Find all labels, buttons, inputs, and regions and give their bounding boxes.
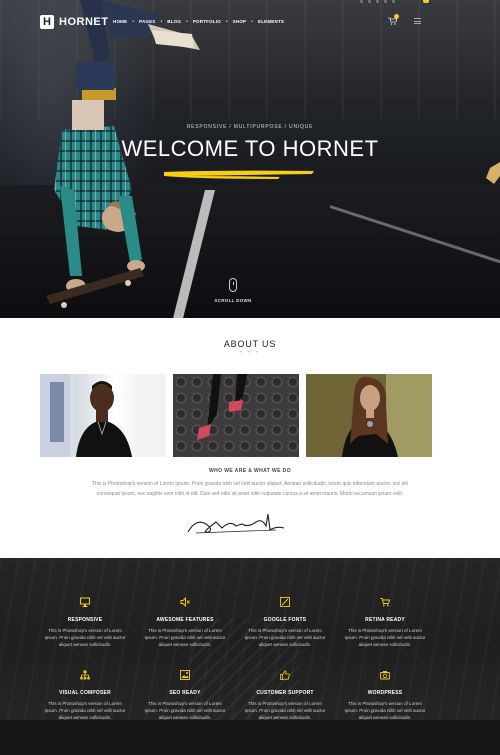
feature-wordpress: WORDPRESS This is Photoshop's version of… bbox=[335, 667, 435, 720]
menu: HOME • PAGES • BLOG • PORTFOLIO • SHOP •… bbox=[108, 18, 289, 26]
feature-visual-composer: VISUAL COMPOSER This is Photoshop's vers… bbox=[35, 667, 135, 720]
signature-image bbox=[187, 513, 285, 534]
social-icon[interactable] bbox=[360, 0, 363, 3]
feature-desc: This is Photoshop's version of Lorem Ips… bbox=[44, 701, 126, 720]
social-icon[interactable] bbox=[384, 0, 387, 3]
feature-desc: This is Photoshop's version of Lorem Ips… bbox=[344, 628, 426, 647]
feature-desc: This is Photoshop's version of Lorem Ips… bbox=[344, 701, 426, 720]
sitemap-icon bbox=[80, 670, 90, 680]
feature-retina-ready: RETINA READY This is Photoshop's version… bbox=[335, 594, 435, 648]
top-accent-badge bbox=[423, 0, 429, 3]
feature-desc: This is Photoshop's version of Lorem Ips… bbox=[144, 701, 226, 720]
logo-mark[interactable]: H bbox=[40, 15, 54, 29]
yellow-brush-stroke bbox=[164, 170, 314, 179]
social-icon[interactable] bbox=[368, 0, 371, 3]
about-body-text: This is Photoshop's version of Lorem Ips… bbox=[92, 481, 408, 497]
cart-icon bbox=[380, 598, 391, 607]
menu-item-shop[interactable]: SHOP bbox=[228, 18, 252, 26]
social-icon[interactable] bbox=[392, 0, 395, 3]
feature-customer-support: CUSTOMER SUPPORT This is Photoshop's ver… bbox=[235, 667, 335, 720]
feature-title: RETINA READY bbox=[365, 617, 405, 623]
about-title: ABOUT US bbox=[223, 339, 277, 349]
feature-desc: This is Photoshop's version of Lorem Ips… bbox=[244, 628, 326, 647]
menu-item-blog[interactable]: BLOG bbox=[162, 18, 186, 26]
feature-desc: This is Photoshop's version of Lorem Ips… bbox=[144, 628, 226, 647]
menu-item-home[interactable]: HOME bbox=[108, 18, 132, 26]
footer-strip bbox=[0, 720, 500, 755]
feature-desc: This is Photoshop's version of Lorem Ips… bbox=[244, 701, 326, 720]
feature-desc: This is Photoshop's version of Lorem Ips… bbox=[44, 628, 126, 647]
feature-title: SEO READY bbox=[169, 690, 201, 696]
menu-item-portfolio[interactable]: PORTFOLIO bbox=[188, 18, 226, 26]
about-section: ABOUT US • • • WHO WE ARE & WHAT WE DO T… bbox=[0, 318, 500, 558]
camera-icon bbox=[380, 671, 390, 680]
social-icon[interactable] bbox=[376, 0, 379, 3]
menu-item-elements[interactable]: ELEMENTS bbox=[253, 18, 289, 26]
who-we-are-heading: WHO WE ARE & WHAT WE DO bbox=[209, 468, 291, 474]
hamburger-menu-icon[interactable] bbox=[414, 18, 421, 24]
feature-seo-ready: SEO READY This is Photoshop's version of… bbox=[135, 667, 235, 720]
team-photo-woman[interactable] bbox=[306, 374, 432, 457]
feature-title: GOOGLE FONTS bbox=[263, 617, 307, 623]
feature-responsive: RESPONSIVE This is Photoshop's version o… bbox=[35, 594, 135, 648]
monitor-icon bbox=[80, 597, 90, 607]
feature-title: RESPONSIVE bbox=[67, 617, 103, 623]
scroll-down-label[interactable]: SCROLL DOWN bbox=[0, 298, 466, 303]
image-icon bbox=[180, 670, 190, 680]
hero-edge-shoe bbox=[486, 162, 500, 184]
logo-text[interactable]: HORNET bbox=[59, 15, 108, 29]
font-icon bbox=[280, 597, 290, 607]
feature-title: CUSTOMER SUPPORT bbox=[256, 690, 314, 696]
feature-awesome-features: AWESOME FEATURES This is Photoshop's ver… bbox=[135, 594, 235, 648]
about-divider-dots: • • • bbox=[240, 350, 260, 356]
hero-section: H HORNET HOME • PAGES • BLOG • PORTFOLIO… bbox=[0, 0, 500, 318]
feature-title: AWESOME FEATURES bbox=[156, 617, 214, 623]
shoes-photo[interactable] bbox=[173, 374, 299, 457]
thumbs-up-icon bbox=[280, 670, 290, 680]
feature-title: WORDPRESS bbox=[367, 690, 403, 696]
team-photo-man[interactable] bbox=[40, 374, 166, 457]
mute-speaker-icon bbox=[180, 596, 190, 608]
menu-item-pages[interactable]: PAGES bbox=[134, 18, 160, 26]
feature-google-fonts: GOOGLE FONTS This is Photoshop's version… bbox=[235, 594, 335, 648]
hero-title: WELCOME TO HORNET bbox=[121, 136, 379, 161]
main-nav: H HORNET HOME • PAGES • BLOG • PORTFOLIO… bbox=[0, 0, 500, 44]
feature-title: VISUAL COMPOSER bbox=[59, 690, 111, 696]
social-links bbox=[360, 0, 395, 3]
scroll-down-icon[interactable] bbox=[229, 278, 237, 292]
cart-count-badge bbox=[394, 14, 399, 19]
features-section: RESPONSIVE This is Photoshop's version o… bbox=[0, 558, 500, 720]
hero-subtitle: RESPONSIVE / MULTIPURPOSE / UNIQUE bbox=[186, 124, 314, 130]
